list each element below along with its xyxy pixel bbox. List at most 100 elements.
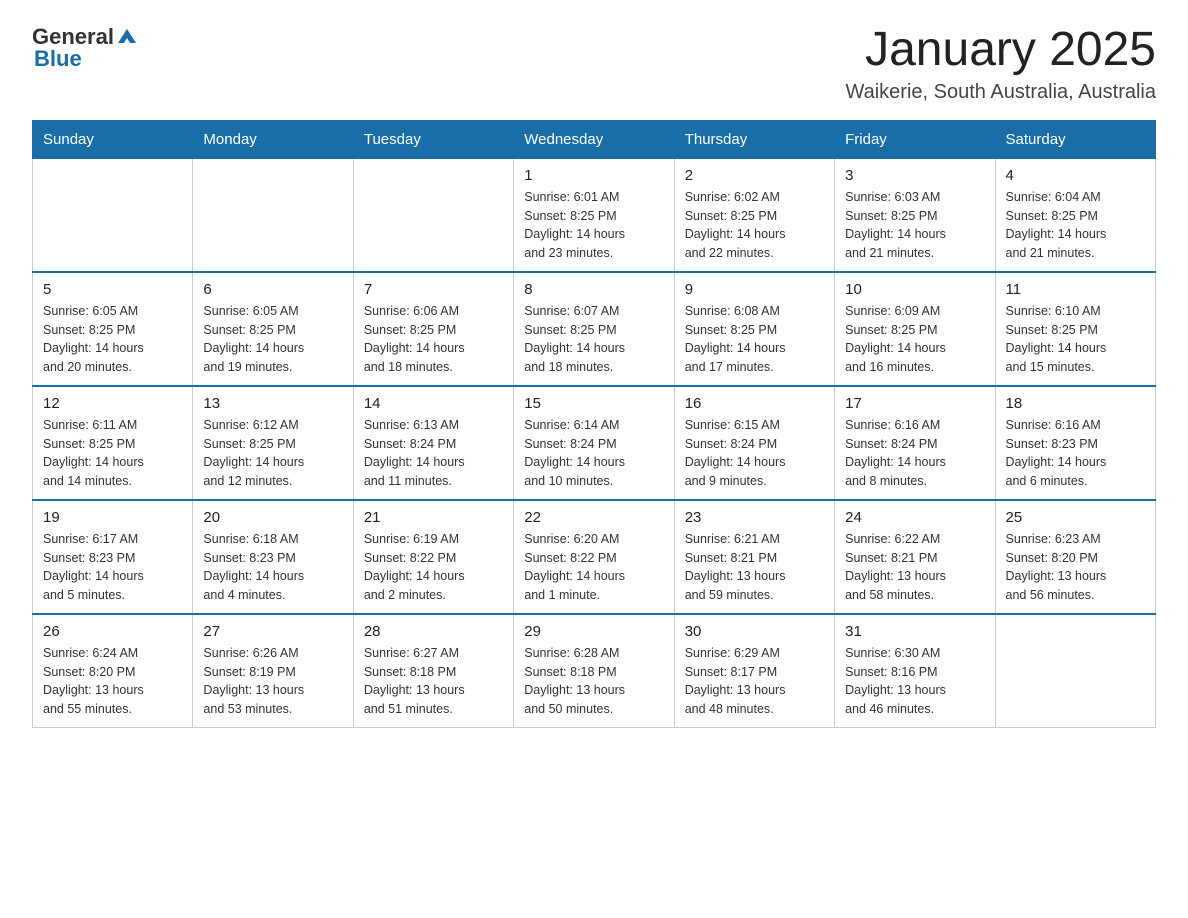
day-info: Sunrise: 6:01 AMSunset: 8:25 PMDaylight:… xyxy=(524,188,663,263)
calendar-table: SundayMondayTuesdayWednesdayThursdayFrid… xyxy=(32,120,1156,728)
calendar-day-cell: 10Sunrise: 6:09 AMSunset: 8:25 PMDayligh… xyxy=(835,272,995,386)
day-info: Sunrise: 6:15 AMSunset: 8:24 PMDaylight:… xyxy=(685,416,824,491)
day-info: Sunrise: 6:09 AMSunset: 8:25 PMDaylight:… xyxy=(845,302,984,377)
day-number: 26 xyxy=(43,623,182,640)
calendar-day-cell: 23 Sunrise: 6:21 AMSunset: 8:21 PMDayligh… xyxy=(674,500,834,614)
calendar-day-cell: 13 Sunrise: 6:12 AMSunset: 8:25 PMDayligh… xyxy=(193,386,353,500)
calendar-week-row: 26 Sunrise: 6:24 AMSunset: 8:20 PMDayligh… xyxy=(33,614,1156,728)
day-number: 23 xyxy=(685,509,824,526)
day-header-monday: Monday xyxy=(193,120,353,158)
calendar-day-cell: 30 Sunrise: 6:29 AMSunset: 8:17 PMDayligh… xyxy=(674,614,834,728)
calendar-day-cell: 18 Sunrise: 6:16 AMSunset: 8:23 PMDayligh… xyxy=(995,386,1155,500)
calendar-day-cell: 1 Sunrise: 6:01 AMSunset: 8:25 PMDaylight… xyxy=(514,158,674,272)
calendar-day-cell: 9 Sunrise: 6:08 AMSunset: 8:25 PMDaylight… xyxy=(674,272,834,386)
logo-icon xyxy=(116,25,138,47)
day-number: 3 xyxy=(845,167,984,184)
calendar-day-cell: 4Sunrise: 6:04 AMSunset: 8:25 PMDaylight… xyxy=(995,158,1155,272)
day-info: Sunrise: 6:30 AMSunset: 8:16 PMDaylight:… xyxy=(845,644,984,719)
day-info: Sunrise: 6:12 AMSunset: 8:25 PMDaylight:… xyxy=(203,416,342,491)
calendar-day-cell: 26 Sunrise: 6:24 AMSunset: 8:20 PMDayligh… xyxy=(33,614,193,728)
calendar-week-row: 19 Sunrise: 6:17 AMSunset: 8:23 PMDayligh… xyxy=(33,500,1156,614)
day-info: Sunrise: 6:29 AMSunset: 8:17 PMDaylight:… xyxy=(685,644,824,719)
day-info: Sunrise: 6:24 AMSunset: 8:20 PMDaylight:… xyxy=(43,644,182,719)
calendar-day-cell: 19 Sunrise: 6:17 AMSunset: 8:23 PMDayligh… xyxy=(33,500,193,614)
day-number: 29 xyxy=(524,623,663,640)
title-section: January 2025 Waikerie, South Australia, … xyxy=(845,24,1156,104)
calendar-day-cell: 5 Sunrise: 6:05 AMSunset: 8:25 PMDaylight… xyxy=(33,272,193,386)
calendar-day-cell xyxy=(353,158,513,272)
calendar-week-row: 1 Sunrise: 6:01 AMSunset: 8:25 PMDaylight… xyxy=(33,158,1156,272)
day-header-tuesday: Tuesday xyxy=(353,120,513,158)
calendar-day-cell: 25Sunrise: 6:23 AMSunset: 8:20 PMDayligh… xyxy=(995,500,1155,614)
day-info: Sunrise: 6:22 AMSunset: 8:21 PMDaylight:… xyxy=(845,530,984,605)
day-info: Sunrise: 6:06 AMSunset: 8:25 PMDaylight:… xyxy=(364,302,503,377)
day-info: Sunrise: 6:21 AMSunset: 8:21 PMDaylight:… xyxy=(685,530,824,605)
calendar-day-cell: 22 Sunrise: 6:20 AMSunset: 8:22 PMDayligh… xyxy=(514,500,674,614)
day-number: 19 xyxy=(43,509,182,526)
day-info: Sunrise: 6:27 AMSunset: 8:18 PMDaylight:… xyxy=(364,644,503,719)
day-info: Sunrise: 6:10 AMSunset: 8:25 PMDaylight:… xyxy=(1006,302,1145,377)
day-number: 14 xyxy=(364,395,503,412)
day-number: 1 xyxy=(524,167,663,184)
calendar-day-cell: 27Sunrise: 6:26 AMSunset: 8:19 PMDayligh… xyxy=(193,614,353,728)
calendar-day-cell: 14Sunrise: 6:13 AMSunset: 8:24 PMDayligh… xyxy=(353,386,513,500)
calendar-title: January 2025 xyxy=(845,24,1156,77)
day-number: 6 xyxy=(203,281,342,298)
day-number: 13 xyxy=(203,395,342,412)
day-info: Sunrise: 6:05 AMSunset: 8:25 PMDaylight:… xyxy=(43,302,182,377)
calendar-day-cell: 3Sunrise: 6:03 AMSunset: 8:25 PMDaylight… xyxy=(835,158,995,272)
calendar-day-cell: 17Sunrise: 6:16 AMSunset: 8:24 PMDayligh… xyxy=(835,386,995,500)
day-number: 24 xyxy=(845,509,984,526)
day-info: Sunrise: 6:23 AMSunset: 8:20 PMDaylight:… xyxy=(1006,530,1145,605)
day-info: Sunrise: 6:08 AMSunset: 8:25 PMDaylight:… xyxy=(685,302,824,377)
calendar-day-cell xyxy=(33,158,193,272)
day-number: 18 xyxy=(1006,395,1145,412)
day-number: 7 xyxy=(364,281,503,298)
day-number: 30 xyxy=(685,623,824,640)
day-number: 15 xyxy=(524,395,663,412)
calendar-day-cell: 20Sunrise: 6:18 AMSunset: 8:23 PMDayligh… xyxy=(193,500,353,614)
day-number: 27 xyxy=(203,623,342,640)
day-header-wednesday: Wednesday xyxy=(514,120,674,158)
logo-blue: Blue xyxy=(34,46,82,72)
calendar-day-cell: 8Sunrise: 6:07 AMSunset: 8:25 PMDaylight… xyxy=(514,272,674,386)
day-number: 4 xyxy=(1006,167,1145,184)
day-info: Sunrise: 6:20 AMSunset: 8:22 PMDaylight:… xyxy=(524,530,663,605)
calendar-day-cell: 24 Sunrise: 6:22 AMSunset: 8:21 PMDayligh… xyxy=(835,500,995,614)
day-number: 12 xyxy=(43,395,182,412)
day-number: 2 xyxy=(685,167,824,184)
calendar-day-cell: 29 Sunrise: 6:28 AMSunset: 8:18 PMDayligh… xyxy=(514,614,674,728)
day-number: 17 xyxy=(845,395,984,412)
day-header-friday: Friday xyxy=(835,120,995,158)
calendar-day-cell: 12 Sunrise: 6:11 AMSunset: 8:25 PMDayligh… xyxy=(33,386,193,500)
calendar-day-cell: 7 Sunrise: 6:06 AMSunset: 8:25 PMDaylight… xyxy=(353,272,513,386)
logo: General Blue xyxy=(32,24,138,72)
calendar-day-cell: 21Sunrise: 6:19 AMSunset: 8:22 PMDayligh… xyxy=(353,500,513,614)
day-number: 31 xyxy=(845,623,984,640)
day-info: Sunrise: 6:05 AMSunset: 8:25 PMDaylight:… xyxy=(203,302,342,377)
day-number: 5 xyxy=(43,281,182,298)
calendar-day-cell: 31 Sunrise: 6:30 AMSunset: 8:16 PMDayligh… xyxy=(835,614,995,728)
day-number: 11 xyxy=(1006,281,1145,298)
day-info: Sunrise: 6:14 AMSunset: 8:24 PMDaylight:… xyxy=(524,416,663,491)
day-info: Sunrise: 6:11 AMSunset: 8:25 PMDaylight:… xyxy=(43,416,182,491)
day-number: 28 xyxy=(364,623,503,640)
page-header: General Blue January 2025 Waikerie, Sout… xyxy=(32,24,1156,104)
day-number: 9 xyxy=(685,281,824,298)
calendar-day-cell: 15 Sunrise: 6:14 AMSunset: 8:24 PMDayligh… xyxy=(514,386,674,500)
calendar-day-cell xyxy=(995,614,1155,728)
day-info: Sunrise: 6:18 AMSunset: 8:23 PMDaylight:… xyxy=(203,530,342,605)
day-header-sunday: Sunday xyxy=(33,120,193,158)
day-info: Sunrise: 6:28 AMSunset: 8:18 PMDaylight:… xyxy=(524,644,663,719)
day-info: Sunrise: 6:16 AMSunset: 8:23 PMDaylight:… xyxy=(1006,416,1145,491)
calendar-subtitle: Waikerie, South Australia, Australia xyxy=(845,81,1156,104)
day-header-saturday: Saturday xyxy=(995,120,1155,158)
calendar-day-cell: 11 Sunrise: 6:10 AMSunset: 8:25 PMDayligh… xyxy=(995,272,1155,386)
day-info: Sunrise: 6:19 AMSunset: 8:22 PMDaylight:… xyxy=(364,530,503,605)
calendar-day-cell: 2 Sunrise: 6:02 AMSunset: 8:25 PMDaylight… xyxy=(674,158,834,272)
day-info: Sunrise: 6:07 AMSunset: 8:25 PMDaylight:… xyxy=(524,302,663,377)
calendar-week-row: 12 Sunrise: 6:11 AMSunset: 8:25 PMDayligh… xyxy=(33,386,1156,500)
day-info: Sunrise: 6:02 AMSunset: 8:25 PMDaylight:… xyxy=(685,188,824,263)
day-number: 22 xyxy=(524,509,663,526)
day-info: Sunrise: 6:17 AMSunset: 8:23 PMDaylight:… xyxy=(43,530,182,605)
